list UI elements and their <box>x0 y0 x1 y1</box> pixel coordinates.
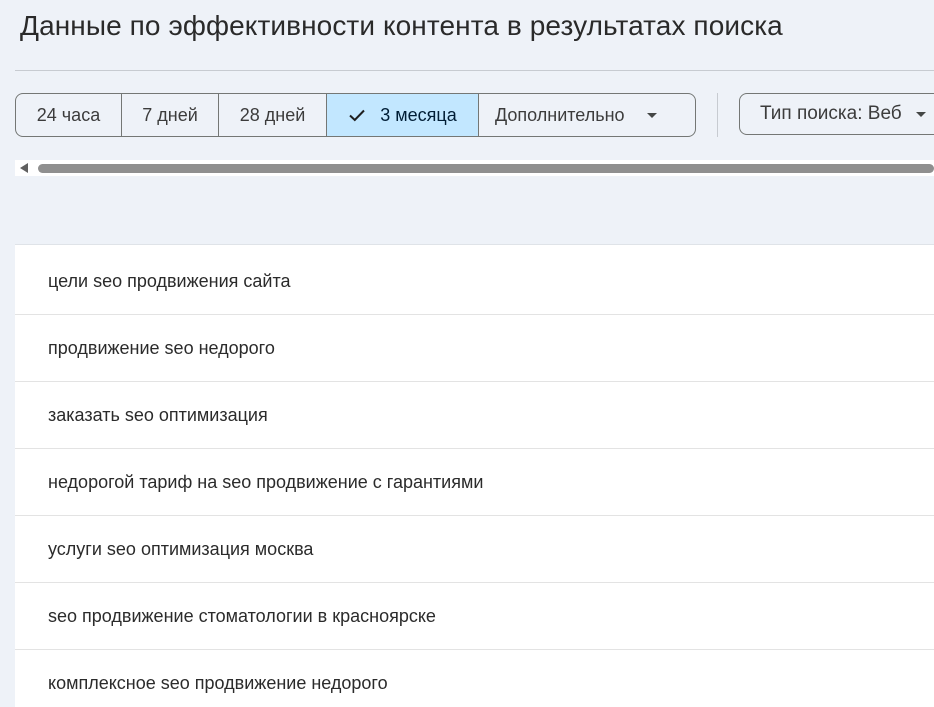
query-text: seo продвижение стоматологии в красноярс… <box>48 605 436 626</box>
date-range-chip-group: 24 часа 7 дней 28 дней 3 месяца Дополнит… <box>15 93 696 137</box>
checkmark-icon <box>348 106 366 124</box>
page: Данные по эффективности контента в резул… <box>0 0 934 707</box>
chip-24-hours[interactable]: 24 часа <box>16 94 122 136</box>
list-item[interactable]: заказать seo оптимизация <box>15 382 934 449</box>
query-text: комплексное seo продвижение недорого <box>48 672 388 693</box>
chip-label: 28 дней <box>239 104 306 125</box>
query-text: услуги seo оптимизация москва <box>48 538 314 559</box>
dropdown-arrow-icon <box>646 112 657 118</box>
query-text: продвижение seo недорого <box>48 337 275 358</box>
list-item[interactable]: цели seo продвижения сайта <box>15 245 934 315</box>
dropdown-arrow-icon <box>915 111 926 117</box>
chip-label: 3 месяца <box>380 104 457 125</box>
chip-28-days[interactable]: 28 дней <box>219 94 327 136</box>
chip-7-days[interactable]: 7 дней <box>122 94 219 136</box>
page-title: Данные по эффективности контента в резул… <box>20 10 783 41</box>
list-item[interactable]: продвижение seo недорого <box>15 315 934 382</box>
chip-label: 7 дней <box>142 104 198 125</box>
scroll-left-arrow-icon[interactable] <box>20 163 28 173</box>
query-text: цели seo продвижения сайта <box>48 270 291 291</box>
chip-3-months[interactable]: 3 месяца <box>327 94 479 136</box>
title-divider <box>15 70 934 71</box>
list-item[interactable]: недорогой тариф на seo продвижение с гар… <box>15 449 934 516</box>
search-type-dropdown[interactable]: Тип поиска: Веб <box>739 93 934 135</box>
more-label: Дополнительно <box>495 104 625 125</box>
list-item[interactable]: услуги seo оптимизация москва <box>15 516 934 583</box>
list-item[interactable]: комплексное seo продвижение недорого <box>15 650 934 707</box>
query-text: недорогой тариф на seo продвижение с гар… <box>48 471 484 492</box>
filter-divider <box>717 93 718 137</box>
more-dropdown-button[interactable]: Дополнительно <box>479 94 695 136</box>
queries-list: цели seo продвижения сайта продвижение s… <box>15 244 934 707</box>
horizontal-scrollbar[interactable] <box>15 160 934 176</box>
list-item[interactable]: seo продвижение стоматологии в красноярс… <box>15 583 934 650</box>
query-text: заказать seo оптимизация <box>48 404 268 425</box>
search-type-label: Тип поиска: Веб <box>760 103 902 124</box>
scrollbar-thumb[interactable] <box>38 164 934 173</box>
chip-label: 24 часа <box>36 104 101 125</box>
